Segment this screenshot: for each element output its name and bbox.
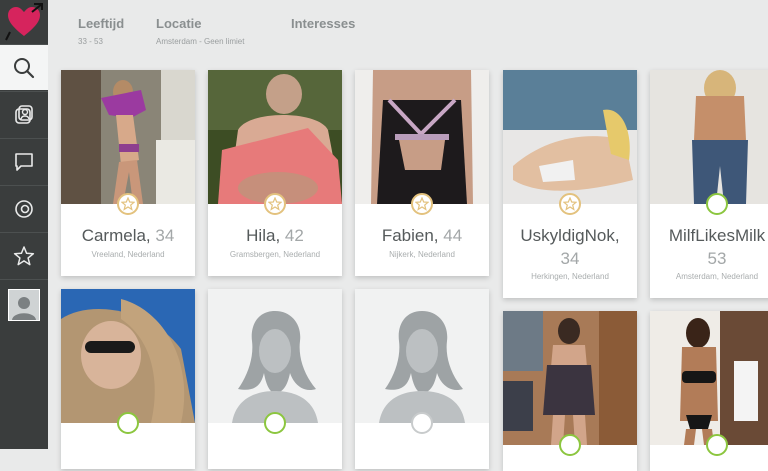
filter-age-label: Leeftijd <box>78 16 125 31</box>
profile-card[interactable] <box>355 289 489 469</box>
profile-card[interactable] <box>208 289 342 469</box>
filter-location[interactable]: Locatie Amsterdam - Geen limiet <box>156 16 244 46</box>
profile-photo <box>61 289 195 423</box>
star-icon <box>563 197 577 211</box>
profile-location: Nijkerk, Nederland <box>389 250 455 259</box>
nav-viewed[interactable] <box>0 185 48 231</box>
profile-name: Hila, 42 <box>246 226 304 245</box>
profile-card[interactable]: Carmela, 34 Vreeland, Nederland <box>61 70 195 276</box>
nav-profile[interactable] <box>0 279 48 329</box>
profile-photo-placeholder <box>355 289 489 423</box>
filter-location-value: Amsterdam - Geen limiet <box>156 37 245 46</box>
visitors-icon <box>15 104 33 124</box>
profile-photo <box>208 70 342 204</box>
filter-age[interactable]: Leeftijd 33 - 53 <box>78 16 124 46</box>
profile-photo <box>355 70 489 204</box>
nav-search[interactable] <box>0 44 48 90</box>
profile-photo <box>61 70 195 204</box>
favorite-badge[interactable] <box>117 193 139 215</box>
profile-card[interactable] <box>650 311 768 471</box>
profile-card[interactable]: UskyldigNok, 34 Herkingen, Nederland <box>503 70 637 298</box>
user-avatar <box>8 288 40 321</box>
profile-card[interactable]: Hila, 42 Gramsbergen, Nederland <box>208 70 342 276</box>
online-indicator <box>117 412 139 434</box>
profile-photo <box>650 311 768 445</box>
offline-indicator <box>411 412 433 434</box>
favorite-badge[interactable] <box>559 193 581 215</box>
profile-age: 34 <box>560 249 580 268</box>
profile-card[interactable] <box>61 289 195 469</box>
profile-name: UskyldigNok, <box>520 226 620 245</box>
filter-bar: Leeftijd 33 - 53 Locatie Amsterdam - Gee… <box>48 0 768 60</box>
eye-icon <box>15 199 33 218</box>
online-indicator <box>706 193 728 215</box>
silhouette-icon <box>232 311 318 423</box>
profile-photo <box>503 311 637 445</box>
nav-visitors[interactable] <box>0 91 48 137</box>
profile-photo <box>503 70 637 204</box>
star-icon <box>268 197 282 211</box>
profile-age: 53 <box>707 249 727 268</box>
profile-card[interactable]: Fabien, 44 Nijkerk, Nederland <box>355 70 489 276</box>
profile-location: Gramsbergen, Nederland <box>229 250 321 259</box>
profile-location: Amsterdam, Nederland <box>675 272 759 281</box>
filter-age-value: 33 - 53 <box>78 37 103 46</box>
profile-card[interactable]: MilfLikesMilk 53 Amsterdam, Nederland <box>650 70 768 298</box>
star-icon <box>13 245 35 265</box>
favorite-badge[interactable] <box>264 193 286 215</box>
profile-name: MilfLikesMilk <box>668 226 766 245</box>
filter-interests[interactable]: Interesses <box>291 16 355 31</box>
sidebar <box>0 0 48 449</box>
profile-name: Fabien, 44 <box>381 226 463 245</box>
profile-card[interactable] <box>503 311 637 471</box>
chat-icon <box>15 152 33 171</box>
favorite-badge[interactable] <box>411 193 433 215</box>
nav-chat[interactable] <box>0 138 48 184</box>
profile-location: Vreeland, Nederland <box>91 250 165 259</box>
profile-photo <box>650 70 768 204</box>
online-indicator <box>264 412 286 434</box>
profile-photo-placeholder <box>208 289 342 423</box>
online-indicator <box>706 434 728 456</box>
brand-logo[interactable] <box>0 0 48 44</box>
profile-name: Carmela, 34 <box>81 226 175 245</box>
profile-location: Herkingen, Nederland <box>531 272 609 281</box>
star-icon <box>121 197 135 211</box>
nav-favorites[interactable] <box>0 232 48 278</box>
filter-interests-label: Interesses <box>291 16 356 31</box>
search-icon <box>14 57 35 78</box>
filter-location-label: Locatie <box>156 16 202 31</box>
silhouette-icon <box>379 311 465 423</box>
online-indicator <box>559 434 581 456</box>
heart-logo-icon <box>5 3 43 41</box>
star-icon <box>415 197 429 211</box>
